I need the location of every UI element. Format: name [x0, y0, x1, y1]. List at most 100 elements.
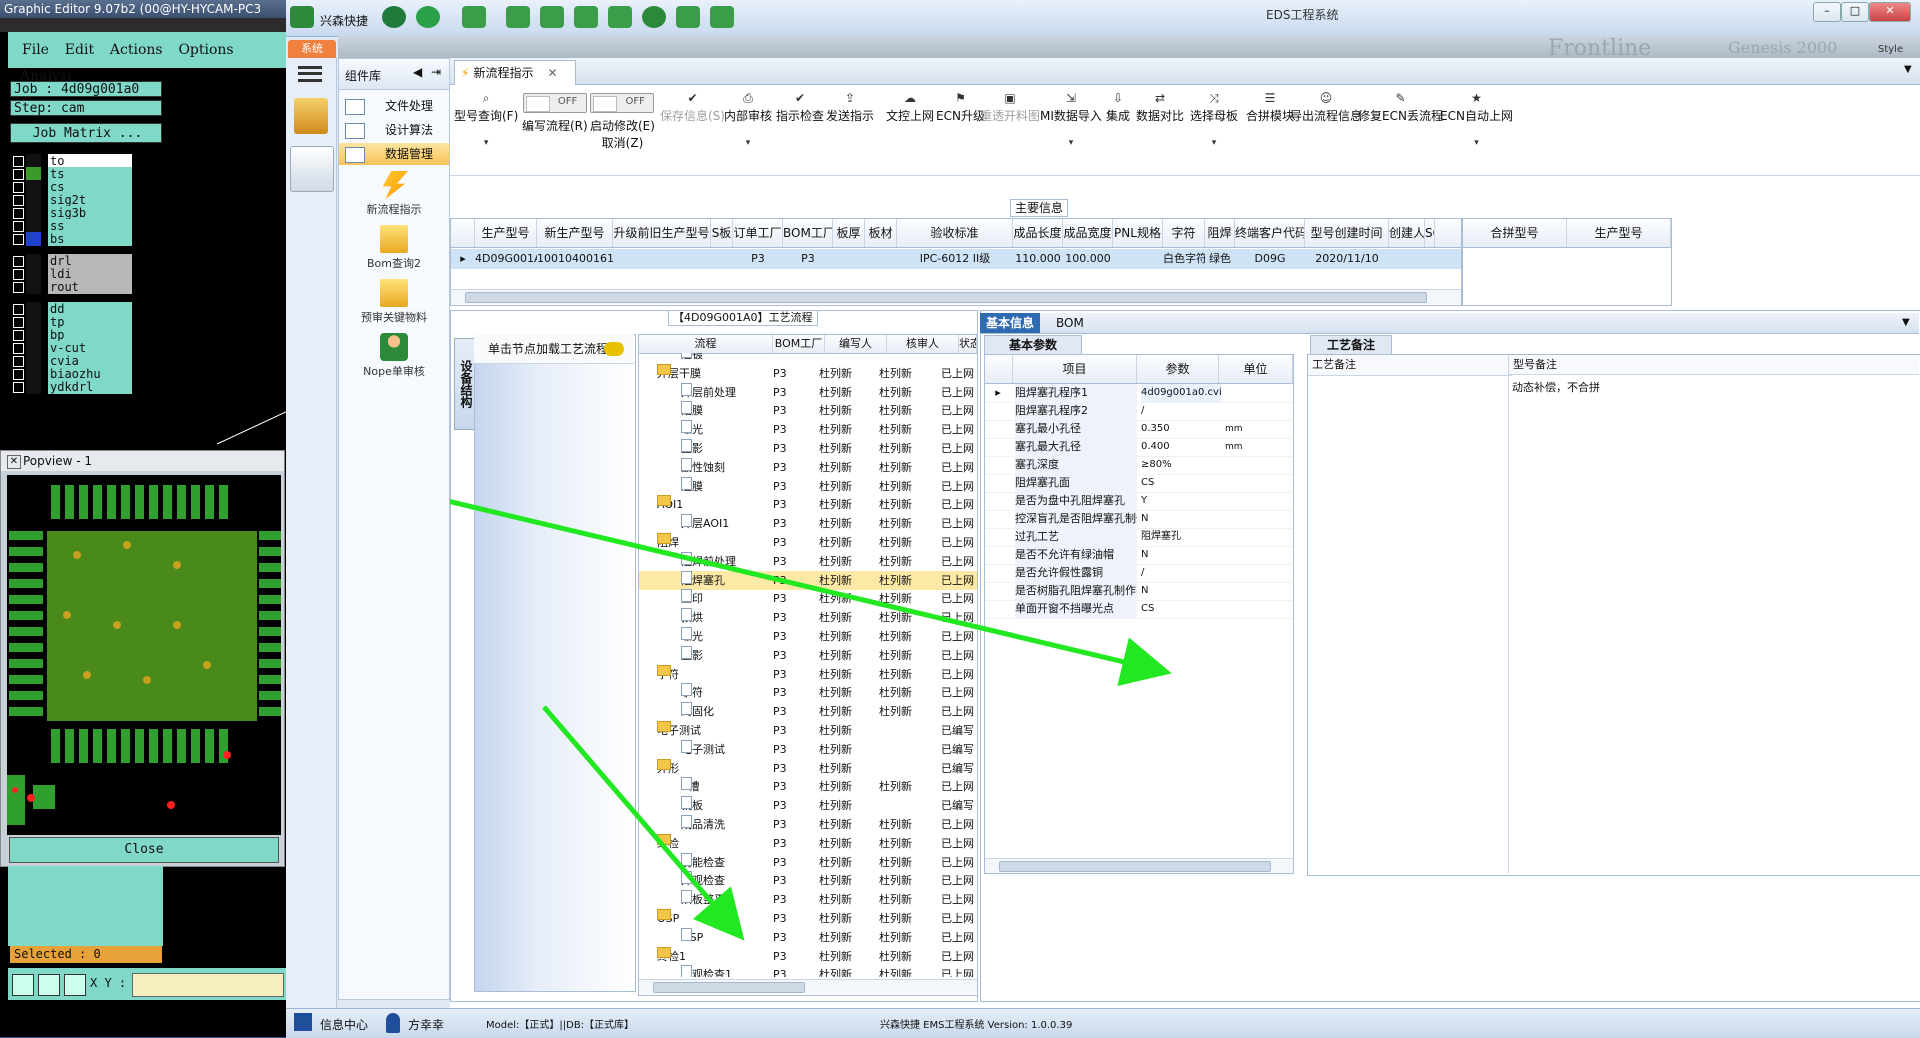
column-header[interactable]: 状态 — [959, 335, 977, 353]
horizontal-scrollbar[interactable] — [639, 979, 977, 994]
tree-row[interactable]: −电子测试P3杜列新已编写 — [639, 721, 977, 740]
horizontal-scrollbar[interactable] — [451, 289, 1461, 304]
column-header[interactable]: 流程 — [639, 335, 773, 353]
layer-checkbox[interactable] — [13, 356, 24, 367]
column-header[interactable]: 编写人 — [825, 335, 887, 353]
table-cell[interactable]: 100.000 — [1063, 249, 1113, 269]
table-cell[interactable] — [865, 249, 897, 269]
layer-row[interactable]: v-cut — [10, 341, 132, 355]
layer-row[interactable]: sig2t — [10, 193, 132, 207]
tabbar-dropdown-icon[interactable]: ▼ — [1904, 64, 1912, 75]
tree-row[interactable]: 成品清洗 P3 杜列新 杜列新 已上网 — [639, 815, 977, 834]
param-value[interactable]: / — [1141, 402, 1221, 420]
yx-module-icon[interactable] — [294, 98, 328, 134]
film-icon[interactable] — [540, 6, 564, 28]
screen-icon[interactable] — [710, 6, 734, 28]
param-row[interactable]: 控深盲孔是否阻焊塞孔制作 N — [985, 510, 1293, 529]
param-value[interactable]: 4d09g001a0.cvia — [1141, 384, 1221, 402]
layer-row[interactable]: tp — [10, 315, 132, 329]
toolbar-button[interactable]: OFF 编写流程(R) — [522, 91, 588, 134]
param-row[interactable]: 阻焊塞孔程序2/ — [985, 402, 1293, 421]
nav-item-file-processing[interactable]: 文件处理 — [339, 95, 449, 117]
toolbar-button[interactable]: ⌕ 型号查询(F) ▾ — [454, 91, 518, 148]
param-row[interactable]: 过孔工艺 阻焊塞孔 — [985, 528, 1293, 547]
layer-checkbox[interactable] — [13, 195, 24, 206]
calculator-icon[interactable] — [290, 146, 334, 192]
layer-row[interactable]: ts — [10, 167, 132, 181]
tree-row[interactable]: 外层前处理 P3 杜列新 杜列新 已上网 — [639, 382, 977, 402]
layer-row[interactable]: ss — [10, 219, 132, 233]
menu-actions[interactable]: Actions — [110, 42, 163, 58]
layer-checkbox[interactable] — [13, 343, 24, 354]
column-header[interactable]: 创建人 — [1389, 219, 1425, 247]
layer-row[interactable]: bp — [10, 328, 132, 342]
param-value[interactable]: 0.400 — [1141, 438, 1221, 456]
layer-checkbox[interactable] — [13, 304, 24, 315]
param-value[interactable]: N — [1141, 582, 1221, 600]
popview-close-icon[interactable]: ✕ — [7, 455, 21, 469]
tab-equipment-structure[interactable]: 设备结构 — [454, 338, 476, 430]
param-value[interactable]: N — [1141, 510, 1221, 528]
tool-bom-query[interactable]: Bom查询2 — [339, 225, 449, 271]
table-icon[interactable] — [462, 6, 486, 28]
layer-checkbox[interactable] — [13, 221, 24, 232]
tree-row[interactable]: 烘板整平 P3 杜列新 杜列新 已上网 — [639, 890, 977, 909]
layer-checkbox[interactable] — [13, 169, 24, 180]
table-cell[interactable] — [711, 249, 733, 269]
toolbar-button[interactable]: ▣ 重透开料图 — [980, 91, 1040, 124]
table-cell[interactable]: P3 — [783, 249, 833, 269]
layer-row[interactable]: cs — [10, 180, 132, 194]
toolbar-button[interactable]: ☰ 合拼模块 — [1246, 91, 1294, 124]
column-header[interactable]: BOM工厂 — [773, 335, 825, 353]
table-row[interactable]: ▸ 4D09G001A010010400161770 P3P3 IPC-6012 II… — [451, 249, 1461, 269]
grid-icon[interactable] — [294, 1013, 312, 1031]
dropdown-arrow-icon[interactable]: ▾ — [1212, 138, 1217, 148]
tab-basic-info[interactable]: 基本信息 — [980, 313, 1041, 333]
param-row[interactable]: 是否树脂孔阻焊塞孔制作 N — [985, 582, 1293, 601]
param-row[interactable]: 塞孔最大孔径 0.400 mm — [985, 438, 1293, 457]
layer-row[interactable]: ydkdrl — [10, 380, 132, 394]
toolbar-button[interactable]: OFF 启动修改(E) 取消(Z) — [590, 91, 655, 151]
column-header[interactable]: 核审人 — [887, 335, 959, 353]
table-cell[interactable] — [833, 249, 865, 269]
table-cell[interactable] — [613, 249, 711, 269]
tool-new-process[interactable]: 新流程指示 — [339, 171, 449, 217]
column-header[interactable]: S板 — [711, 219, 733, 247]
table-cell[interactable]: IPC-6012 II级 — [897, 249, 1013, 269]
copy-icon[interactable] — [574, 6, 598, 28]
toolbar-button[interactable]: ⇄ 数据对比 — [1136, 91, 1184, 124]
tree-row[interactable]: 外层AOI1 P3 杜列新 杜列新 已上网 — [639, 514, 977, 533]
toolbar-button[interactable]: ⇩ 集成 — [1106, 91, 1130, 124]
column-header[interactable]: 验收标准 — [897, 219, 1013, 247]
nav-item-data-management[interactable]: 数据管理 — [339, 143, 449, 165]
maximize-button[interactable]: □ — [1841, 2, 1869, 22]
param-row[interactable]: 单面开窗不挡曝光点 CS — [985, 600, 1293, 619]
column-header[interactable]: 生产型号 — [1567, 219, 1671, 247]
message-center[interactable]: 信息中心 — [320, 1016, 368, 1033]
tree-row[interactable]: V槽P3杜列新杜列新已上网 — [639, 777, 977, 796]
collapse-icon[interactable]: ◀ — [413, 65, 422, 79]
toolbar-button[interactable]: ✔ 保存信息(S) — [660, 91, 725, 124]
tree-row[interactable]: −外形P3杜列新已编写 — [639, 758, 977, 778]
search-icon[interactable] — [382, 6, 406, 28]
param-row[interactable]: 塞孔深度 ≥80% — [985, 456, 1293, 475]
dropdown-arrow-icon[interactable]: ▾ — [1069, 138, 1074, 148]
column-header[interactable]: 订单工厂 — [733, 219, 783, 247]
column-header[interactable]: 项目 — [1013, 355, 1137, 383]
table-cell[interactable]: 4D09G001A0 — [475, 249, 537, 269]
tree-row[interactable]: 退膜 P3 杜列新 杜列新 已上网 — [639, 476, 977, 496]
layer-checkbox[interactable] — [13, 382, 24, 393]
tree-row[interactable]: 电子测试 P3 杜列新 已编写 — [639, 739, 977, 759]
tree-row[interactable]: 显影 P3 杜列新 杜列新 已上网 — [639, 645, 977, 665]
table-cell[interactable] — [1113, 249, 1163, 269]
param-row[interactable]: 是否为盘中孔阻焊塞孔 Y — [985, 492, 1293, 511]
dropdown-arrow-icon[interactable]: ▾ — [1474, 138, 1479, 148]
globe-icon[interactable] — [416, 6, 440, 28]
param-row[interactable]: 塞孔最小孔径 0.350 mm — [985, 420, 1293, 439]
tree-row[interactable]: 字符 P3 杜列新 杜列新 已上网 — [639, 683, 977, 702]
dropdown-arrow-icon[interactable]: ▾ — [484, 138, 489, 148]
layer-row[interactable]: cvia — [10, 354, 132, 368]
grid-icon[interactable] — [64, 974, 86, 996]
chart-icon[interactable] — [676, 6, 700, 28]
tree-row[interactable]: 阻焊前处理 P3 杜列新 杜列新 已上网 — [639, 551, 977, 571]
